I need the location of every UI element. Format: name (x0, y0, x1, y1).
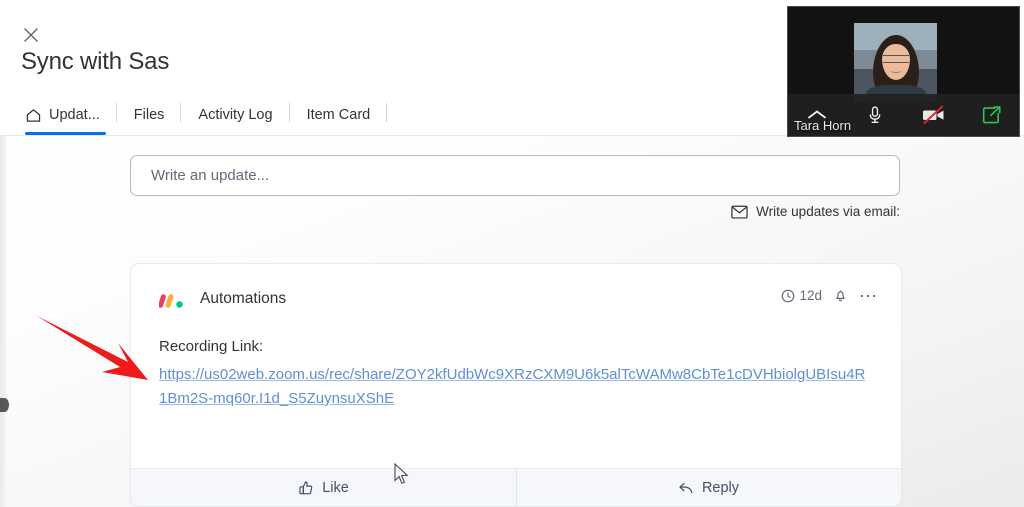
write-update-input[interactable]: Write an update... (130, 155, 900, 196)
update-timestamp-label: 12d (799, 288, 822, 303)
more-options-icon[interactable]: ⋯ (859, 287, 878, 305)
expand-chevron-up-icon[interactable] (788, 94, 846, 136)
monday-logo-icon (159, 291, 184, 309)
recording-link[interactable]: https://us02web.zoom.us/rec/share/ZOY2kf… (159, 363, 873, 411)
envelope-icon (731, 205, 748, 219)
page-title: Sync with Sas (21, 48, 170, 75)
write-updates-via-email-label: Write updates via email: (756, 204, 900, 219)
avatar-smile (890, 68, 902, 73)
write-update-placeholder: Write an update... (151, 167, 270, 184)
clock-icon (781, 289, 795, 303)
tab-activity-log[interactable]: Activity Log (181, 98, 290, 132)
update-card-header: Automations 12d ⋯ (131, 264, 901, 338)
like-button[interactable]: Like (131, 469, 516, 506)
tab-divider (386, 103, 388, 122)
update-author-name: Automations (200, 290, 287, 307)
like-button-label: Like (322, 479, 349, 496)
update-card: Automations 12d ⋯ Recording Link: https:… (130, 263, 902, 507)
recording-link-label: Recording Link: (159, 338, 264, 355)
thumbs-up-icon (298, 480, 314, 496)
tab-files-label: Files (133, 107, 165, 123)
tab-item-card[interactable]: Item Card (290, 98, 388, 132)
left-edge-strip (0, 136, 6, 507)
reply-button[interactable]: Reply (516, 469, 901, 506)
bell-icon[interactable] (833, 288, 848, 303)
tab-files[interactable]: Files (117, 98, 182, 132)
avatar-glasses (883, 55, 909, 63)
tab-updates[interactable]: Updat... (21, 98, 117, 135)
update-card-actions: Like Reply (131, 468, 901, 506)
write-updates-via-email[interactable]: Write updates via email: (731, 204, 900, 219)
microphone-icon[interactable] (846, 94, 904, 136)
update-timestamp[interactable]: 12d (781, 288, 822, 303)
tab-bar: Updat... Files Activity Log Item Card (21, 98, 388, 135)
update-panel-screen: Sync with Sas Updat... Files Activity Lo… (0, 0, 1024, 507)
share-screen-icon[interactable] (963, 94, 1019, 136)
left-edge-handle (0, 398, 9, 412)
update-card-body: Recording Link: https://us02web.zoom.us/… (131, 338, 901, 411)
tab-activity-log-label: Activity Log (198, 107, 273, 123)
reply-arrow-icon (678, 481, 694, 495)
reply-button-label: Reply (701, 479, 740, 496)
video-call-widget[interactable]: Tara Horn (787, 6, 1020, 137)
participant-video-thumbnail (854, 23, 937, 102)
video-camera-off-icon[interactable] (905, 94, 963, 136)
tab-item-card-label: Item Card (306, 107, 371, 123)
update-card-meta: 12d ⋯ (781, 287, 878, 305)
tab-updates-label: Updat... (49, 107, 100, 123)
close-icon[interactable] (20, 24, 42, 46)
video-control-bar (788, 94, 1019, 136)
home-icon (25, 107, 42, 124)
